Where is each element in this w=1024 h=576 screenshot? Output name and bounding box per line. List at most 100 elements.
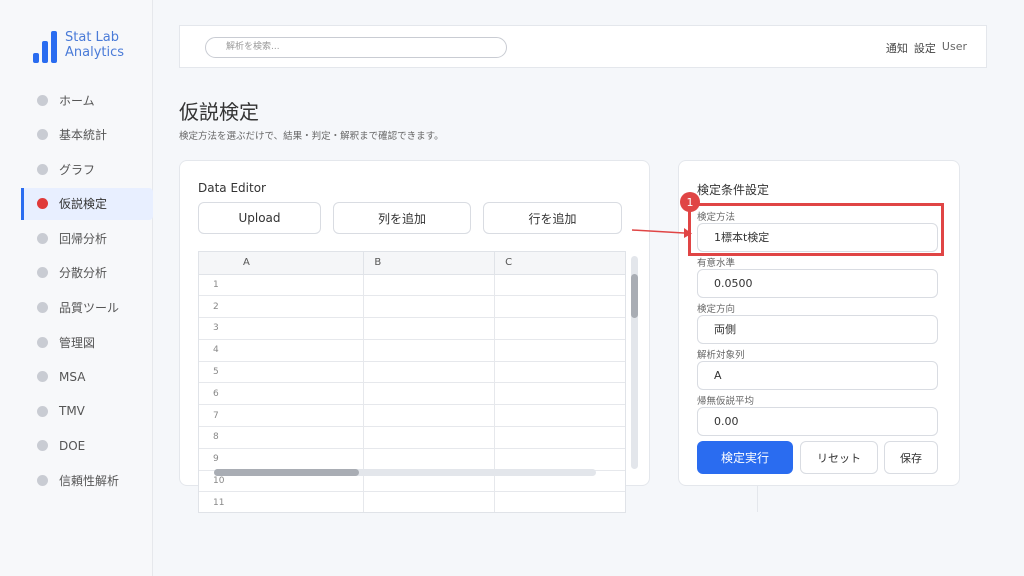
search-input[interactable]: 解析を検索... — [205, 37, 507, 58]
sidebar-item-label: 分散分析 — [59, 266, 108, 281]
table-row: 6 — [199, 382, 625, 406]
sidebar-item-tmv[interactable]: TMV — [0, 395, 153, 427]
row-number[interactable]: 2 — [199, 295, 365, 319]
sidebar-item-home[interactable]: ホーム — [0, 84, 153, 116]
grid-cell[interactable] — [363, 361, 496, 384]
reset-button[interactable]: リセット — [800, 441, 878, 474]
dot-icon — [37, 198, 48, 210]
table-row: 3 — [199, 317, 625, 340]
save-button[interactable]: 保存 — [884, 441, 938, 474]
sidebar-item-label: グラフ — [59, 162, 96, 177]
grid-cell[interactable] — [363, 491, 496, 512]
grid-cell[interactable] — [494, 448, 625, 471]
dot-icon — [37, 163, 48, 175]
header-actions: 通知 設定 User — [886, 40, 967, 56]
grid-cell[interactable] — [363, 404, 496, 428]
sidebar-item-label: 管理図 — [59, 335, 96, 350]
sidebar-item-doe[interactable]: DOE — [0, 430, 153, 462]
dot-icon — [37, 129, 48, 141]
table-row: 9 — [199, 448, 625, 471]
grid-cell[interactable] — [494, 426, 625, 449]
sidebar-item-anova[interactable]: 分散分析 — [0, 257, 153, 289]
grid-cell[interactable] — [363, 448, 496, 471]
grid-cell[interactable] — [494, 274, 625, 297]
dot-icon — [37, 405, 48, 417]
vertical-scrollbar-thumb[interactable] — [631, 274, 638, 318]
grid-cell[interactable] — [494, 317, 625, 340]
grid-cell[interactable] — [363, 317, 496, 340]
sidebar-item-label: TMV — [59, 404, 85, 419]
sidebar-item-reliability[interactable]: 信頼性解析 — [0, 465, 153, 497]
alpha-label: 有意水準 — [697, 258, 736, 269]
table-row: 7 — [199, 404, 625, 428]
run-test-button[interactable]: 検定実行 — [697, 441, 793, 474]
table-row: 1 — [199, 274, 625, 297]
sidebar-item-msa[interactable]: MSA — [0, 361, 153, 393]
direction-select[interactable]: 両側 — [697, 315, 938, 344]
sidebar-item-control-chart[interactable]: 管理図 — [0, 326, 153, 358]
notifications-link[interactable]: 通知 — [886, 40, 908, 56]
dot-icon — [37, 371, 48, 383]
divider — [757, 486, 758, 512]
grid-cell[interactable] — [494, 361, 625, 384]
null-mean-label: 帰無仮説平均 — [697, 396, 755, 407]
dot-icon — [37, 336, 48, 348]
null-mean-input[interactable]: 0.00 — [697, 407, 938, 436]
horizontal-scrollbar[interactable] — [214, 469, 596, 476]
page-title: 仮説検定 — [179, 100, 259, 124]
bar-chart-logo-icon — [33, 31, 57, 63]
upload-button[interactable]: Upload — [198, 202, 321, 234]
column-header-b[interactable]: B — [363, 252, 496, 275]
grid-cell[interactable] — [494, 404, 625, 428]
column-header-a[interactable]: A — [199, 252, 365, 275]
alpha-input[interactable]: 0.0500 — [697, 269, 938, 298]
row-number[interactable]: 5 — [199, 361, 365, 384]
row-number[interactable]: 3 — [199, 317, 365, 340]
grid-cell[interactable] — [363, 426, 496, 449]
add-column-button[interactable]: 列を追加 — [333, 202, 471, 234]
grid-cell[interactable] — [363, 295, 496, 319]
row-number[interactable]: 9 — [199, 448, 365, 471]
grid-cell[interactable] — [363, 274, 496, 297]
direction-label: 検定方向 — [697, 304, 736, 315]
sidebar-item-graph[interactable]: グラフ — [0, 153, 153, 185]
grid-cell[interactable] — [494, 295, 625, 319]
sidebar-item-label: DOE — [59, 438, 86, 453]
dot-icon — [37, 440, 48, 452]
grid-cell[interactable] — [494, 382, 625, 406]
grid-cell[interactable] — [363, 339, 496, 362]
sidebar-item-quality-tools[interactable]: 品質ツール — [0, 292, 153, 324]
sidebar-item-basic-stats[interactable]: 基本統計 — [0, 119, 153, 151]
app-logo[interactable]: Stat Lab Analytics — [33, 30, 152, 63]
column-header-c[interactable]: C — [494, 252, 625, 275]
arrow-right-icon — [632, 228, 692, 238]
sidebar-item-regression[interactable]: 回帰分析 — [0, 222, 153, 254]
row-number[interactable]: 11 — [199, 491, 365, 512]
sidebar-item-hypothesis-test[interactable]: 仮説検定 — [21, 187, 153, 220]
sidebar-item-label: 品質ツール — [59, 301, 120, 316]
step-badge: 1 — [680, 192, 700, 212]
grid-cell[interactable] — [363, 382, 496, 406]
sidebar-item-label: 信頼性解析 — [59, 474, 120, 489]
user-menu[interactable]: User — [942, 40, 967, 56]
row-number[interactable]: 7 — [199, 404, 365, 428]
table-row: 8 — [199, 426, 625, 449]
vertical-scrollbar[interactable] — [631, 256, 638, 469]
sidebar-item-label: 回帰分析 — [59, 231, 108, 246]
settings-link[interactable]: 設定 — [914, 40, 936, 56]
table-row: 4 — [199, 339, 625, 362]
grid-cell[interactable] — [494, 491, 625, 512]
horizontal-scrollbar-thumb[interactable] — [214, 469, 359, 476]
add-row-button[interactable]: 行を追加 — [483, 202, 622, 234]
table-row: 5 — [199, 361, 625, 384]
app-name: Stat Lab Analytics — [65, 30, 125, 60]
sidebar-item-label: ホーム — [59, 93, 95, 108]
target-column-select[interactable]: A — [697, 361, 938, 390]
dot-icon — [37, 267, 48, 279]
row-number[interactable]: 1 — [199, 274, 365, 297]
grid-cell[interactable] — [494, 339, 625, 362]
dot-icon — [37, 475, 48, 487]
row-number[interactable]: 6 — [199, 382, 365, 406]
row-number[interactable]: 4 — [199, 339, 365, 362]
row-number[interactable]: 8 — [199, 426, 365, 449]
